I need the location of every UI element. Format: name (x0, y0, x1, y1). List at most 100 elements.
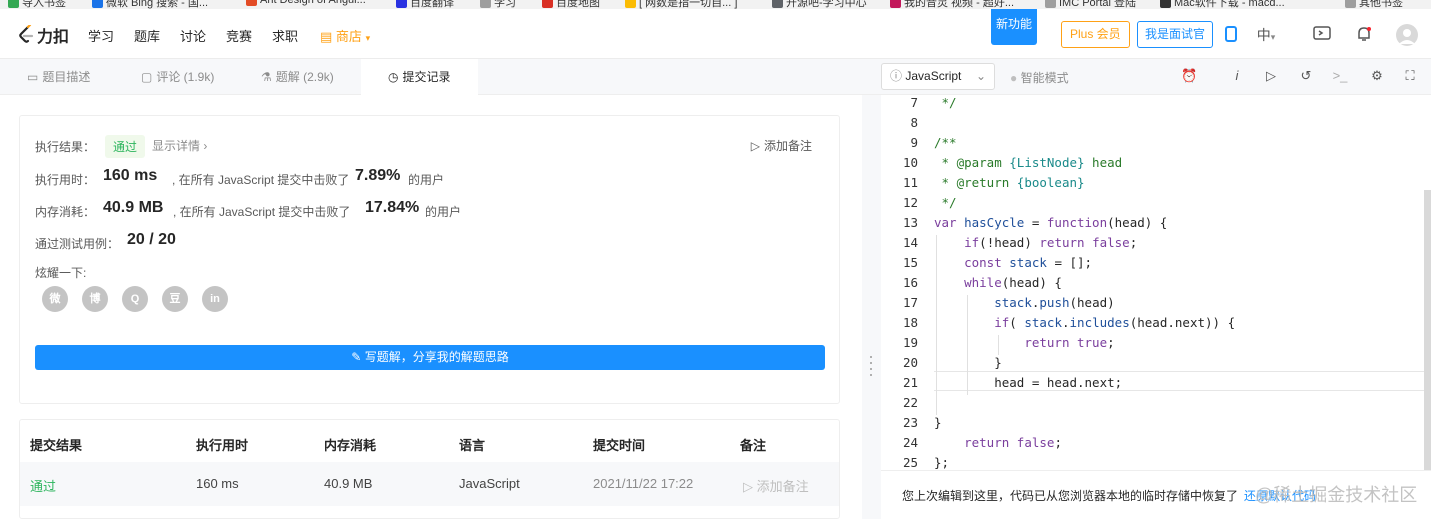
col-header-runtime: 执行用时 (196, 438, 249, 453)
dot-icon: ● (1010, 71, 1018, 85)
code-line[interactable]: /** (934, 135, 957, 150)
interviewer-button[interactable]: 我是面试官 (1137, 21, 1214, 48)
bookmark-favicon-icon (396, 0, 407, 8)
bookmark-item[interactable]: 百度翻译 (396, 0, 454, 9)
restore-notice-text: 您上次编辑到这里，代码已从您浏览器本地的临时存储中恢复了 (902, 489, 1239, 503)
reset-icon[interactable]: ↺ (1298, 68, 1314, 84)
code-editor[interactable]: 7 8 9 10 11 12 13 14 15 16 17 18 19 20 21 22 23 24 25 */ /*… (881, 95, 1431, 470)
bookmark-favicon-icon (1045, 0, 1056, 8)
bookmark-label: 其他书签 (1359, 0, 1403, 9)
status-badge: 通过 (105, 135, 146, 158)
pane-splitter[interactable] (862, 95, 881, 519)
line-number: 18 (902, 315, 918, 330)
memory-tail: 的用户 (425, 205, 462, 219)
col-header-memory: 内存消耗 (324, 438, 377, 453)
editor-scrollbar[interactable] (1424, 190, 1431, 470)
qq-icon[interactable]: Q (122, 286, 148, 312)
bookmark-item[interactable]: 微软 Bing 搜索 - 国... (92, 0, 208, 9)
wechat-icon[interactable]: 微 (42, 286, 68, 312)
tab-comments[interactable]: ▢ 评论 (1.9k) (141, 59, 214, 95)
write-solution-label: 写题解，分享我的解题思路 (364, 350, 509, 364)
store-label: 商店 (335, 29, 362, 44)
nav-item-discuss[interactable]: 讨论 (180, 26, 206, 45)
bookmark-item[interactable]: 开源吧-学习中心 (772, 0, 867, 9)
bookmark-item[interactable]: IMC Portal 登陆 (1045, 0, 1136, 9)
bookmark-item[interactable]: 我的音灵 视频 - 超好... (890, 0, 1014, 9)
bookmark-item[interactable]: [ 网数是指一切自... ] (625, 0, 737, 9)
col-header-note: 备注 (740, 438, 767, 453)
code-line[interactable]: stack.push(head) (934, 295, 1114, 310)
bookmark-label: [ 网数是指一切自... ] (639, 0, 738, 9)
plus-member-button[interactable]: Plus 会员 (1061, 21, 1130, 48)
bookmark-item[interactable]: 百度地图 (542, 0, 600, 9)
avatar[interactable] (1396, 24, 1418, 46)
language-switch[interactable]: 中▾ (1252, 26, 1280, 44)
bookmark-item[interactable]: 导入书签 (8, 0, 66, 9)
new-feature-button[interactable]: 新功能 (991, 9, 1037, 45)
console-icon[interactable]: >_ (1332, 68, 1348, 84)
code-line[interactable]: return true; (934, 335, 1114, 350)
fullscreen-icon[interactable]: ⛶ (1402, 68, 1418, 84)
code-line[interactable]: * @param {ListNode} head (934, 155, 1123, 170)
write-solution-button[interactable]: ✎ 写题解，分享我的解题思路 (35, 345, 825, 370)
code-line[interactable]: if( stack.includes(head.next)) { (934, 315, 1235, 330)
code-line[interactable]: while(head) { (934, 275, 1062, 290)
tab-label: 评论 (1.9k) (156, 70, 215, 84)
tab-label: 题目描述 (42, 70, 91, 84)
tab-submissions[interactable]: ◷ 提交记录 (361, 59, 478, 95)
settings-icon[interactable]: ⚙ (1369, 68, 1385, 84)
alarm-clock-icon[interactable]: ⏰ (1181, 68, 1197, 84)
result-label: 执行结果： (35, 140, 96, 154)
info-icon[interactable]: i (1229, 68, 1245, 84)
tab-label: 题解 (2.9k) (275, 70, 334, 84)
language-select[interactable]: ⓘ JavaScript ⌄ (881, 63, 995, 90)
code-line[interactable]: head = head.next; (934, 375, 1122, 390)
smart-mode-toggle[interactable]: ● 智能模式 (1010, 69, 1069, 86)
douban-icon[interactable]: 豆 (162, 286, 188, 312)
nav-item-jobs[interactable]: 求职 (272, 26, 298, 45)
code-line[interactable]: return false; (934, 435, 1062, 450)
code-line[interactable]: */ (934, 95, 957, 110)
code-line[interactable]: if(!head) return false; (934, 235, 1137, 250)
bookmark-label: 百度翻译 (410, 0, 454, 9)
line-number: 17 (902, 295, 918, 310)
weibo-icon[interactable]: 博 (82, 286, 108, 312)
row-add-note[interactable]: ▷ 添加备注 (743, 476, 809, 495)
nav-item-problems[interactable]: 题库 (134, 26, 160, 45)
code-line[interactable]: } (934, 415, 942, 430)
table-row[interactable]: 通过 160 ms 40.9 MB JavaScript 2021/11/22 … (20, 462, 839, 506)
clock-icon: ◷ (388, 70, 399, 84)
runtime-desc: , 在所有 JavaScript 提交中击败了 (172, 173, 350, 187)
bookmark-favicon-icon (772, 0, 783, 8)
bookmark-item[interactable]: Ant Design of Angul... (246, 0, 366, 6)
code-line[interactable]: * @return {boolean} (934, 175, 1085, 190)
line-number: 12 (902, 195, 918, 210)
bookmark-item[interactable]: Mac软件下载 - macd... (1160, 0, 1285, 9)
bookmark-item[interactable]: 学习 (480, 0, 516, 9)
leetcode-logo[interactable]: 力扣 (18, 23, 69, 47)
nav-item-store[interactable]: ▤ 商店 ▾ (320, 26, 370, 45)
playground-icon[interactable] (1313, 26, 1331, 44)
bookmark-item[interactable]: 其他书签 (1345, 0, 1403, 9)
row-status[interactable]: 通过 (30, 476, 56, 495)
bell-icon[interactable] (1355, 26, 1373, 44)
nav-item-contest[interactable]: 竞赛 (226, 26, 252, 45)
code-line[interactable]: var hasCycle = function(head) { (934, 215, 1167, 230)
run-icon[interactable]: ▷ (1263, 68, 1279, 84)
runtime-tail: 的用户 (408, 173, 445, 187)
bookmark-favicon-icon (92, 0, 103, 8)
code-line[interactable]: const stack = []; (934, 255, 1092, 270)
bookmark-favicon-icon (542, 0, 553, 8)
linkedin-icon[interactable]: in (202, 286, 228, 312)
mobile-icon[interactable] (1222, 26, 1240, 44)
code-line[interactable]: } (934, 355, 1002, 370)
show-detail-link[interactable]: 显示详情 › (152, 137, 207, 154)
tab-description[interactable]: ▭ 题目描述 (27, 59, 90, 95)
add-note-label: 添加备注 (763, 139, 812, 153)
add-note-button[interactable]: ▷ 添加备注 (751, 137, 812, 154)
code-line[interactable]: }; (934, 455, 949, 470)
nav-item-learn[interactable]: 学习 (88, 26, 114, 45)
code-line[interactable]: */ (934, 195, 957, 210)
cases-value: 20 / 20 (127, 231, 176, 248)
tab-solutions[interactable]: ⚗ 题解 (2.9k) (261, 59, 334, 95)
